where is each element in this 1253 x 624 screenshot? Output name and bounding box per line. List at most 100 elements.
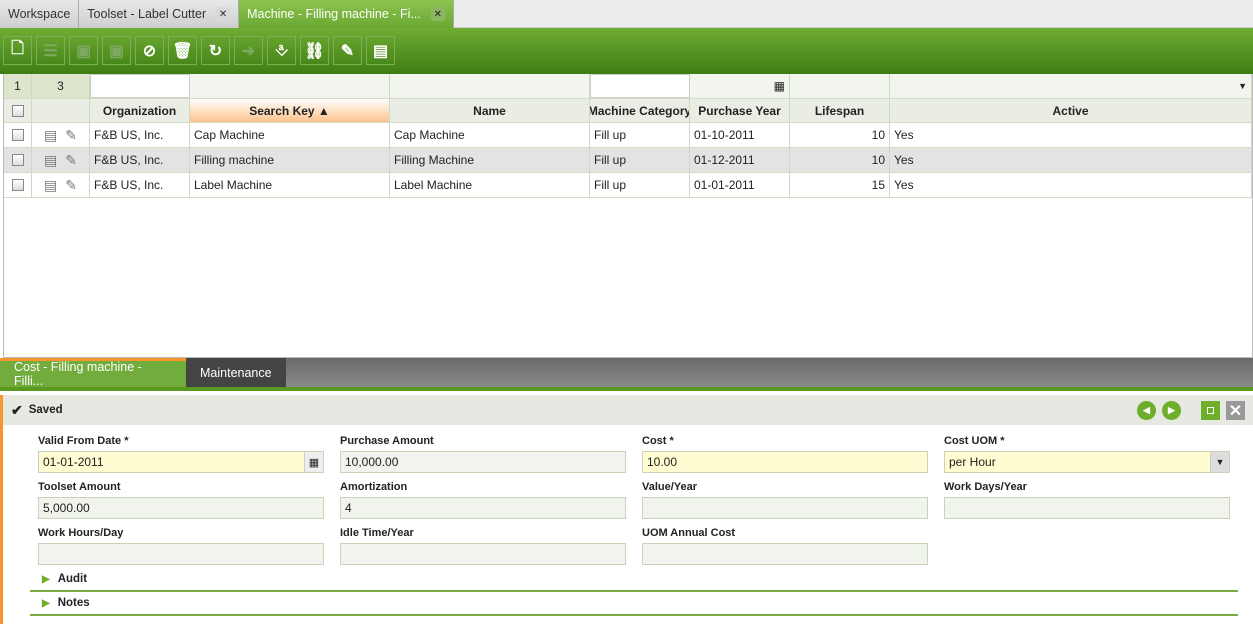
field-input[interactable]: [642, 497, 928, 519]
attach-icon[interactable]: ⎀: [267, 36, 296, 65]
field-input[interactable]: 4: [340, 497, 626, 519]
field-label: Cost UOM *: [944, 435, 1005, 447]
close-icon[interactable]: ✕: [1226, 401, 1245, 420]
field-label: Toolset Amount: [38, 481, 121, 493]
field-input[interactable]: 10,000.00: [340, 451, 626, 473]
link-icon[interactable]: ⛓: [300, 36, 329, 65]
filter-search-key[interactable]: [190, 74, 390, 98]
col-name[interactable]: Name: [390, 99, 590, 122]
col-active[interactable]: Active: [890, 99, 1252, 122]
close-icon[interactable]: ✕: [430, 7, 445, 21]
edit-icon[interactable]: ✎: [65, 127, 77, 144]
undo-icon[interactable]: ⊘: [135, 36, 164, 65]
tab-cost[interactable]: Cost - Filling machine - Filli...: [0, 358, 186, 388]
filter-purchase-year[interactable]: ▦: [690, 74, 790, 98]
field-input[interactable]: [944, 497, 1230, 519]
table-row[interactable]: ▤ ✎ F&B US, Inc. Label Machine Label Machine…: [4, 173, 1252, 198]
chevron-down-icon[interactable]: ▼: [1210, 451, 1230, 473]
cell-machine-category[interactable]: Fill up: [590, 173, 690, 197]
tab-machine[interactable]: Machine - Filling machine - Fi... ✕: [239, 0, 454, 28]
cell-name[interactable]: Filling Machine: [390, 148, 590, 172]
cell-machine-category[interactable]: Fill up: [590, 123, 690, 147]
col-machine-category[interactable]: Machine Category: [590, 99, 690, 122]
tab-label: Workspace: [8, 7, 71, 21]
section-notes[interactable]: ▶ Notes: [30, 592, 1238, 616]
chevron-down-icon[interactable]: ▼: [1238, 81, 1247, 91]
expand-icon: ▶: [42, 597, 50, 609]
tab-toolset[interactable]: Toolset - Label Cutter ✕: [79, 0, 240, 28]
filter-active[interactable]: ▼: [890, 74, 1252, 98]
filter-name[interactable]: [390, 74, 590, 98]
row-checkbox[interactable]: [4, 173, 32, 197]
field-input[interactable]: per Hour: [944, 451, 1230, 473]
cell-active[interactable]: Yes: [890, 173, 1252, 197]
cell-search-key[interactable]: Filling machine: [190, 148, 390, 172]
field-input[interactable]: 10.00: [642, 451, 928, 473]
tab-workspace[interactable]: Workspace: [0, 0, 80, 28]
refresh-icon[interactable]: ↻: [201, 36, 230, 65]
table-row[interactable]: ▤ ✎ F&B US, Inc. Cap Machine Cap Machine Fill…: [4, 123, 1252, 148]
previous-record-icon[interactable]: ◀: [1137, 401, 1156, 420]
tab-label: Toolset - Label Cutter: [87, 7, 207, 21]
filter-lifespan[interactable]: [790, 74, 890, 98]
field-input[interactable]: [340, 543, 626, 565]
new-icon[interactable]: 🗋: [3, 36, 32, 65]
col-organization[interactable]: Organization: [90, 99, 190, 122]
cell-lifespan[interactable]: 10: [790, 123, 890, 147]
cell-organization[interactable]: F&B US, Inc.: [90, 148, 190, 172]
next-record-icon[interactable]: ▶: [1162, 401, 1181, 420]
document-icon[interactable]: ▤: [44, 152, 57, 169]
document-icon[interactable]: ▤: [44, 127, 57, 144]
export-icon[interactable]: ➜: [234, 36, 263, 65]
cell-active[interactable]: Yes: [890, 123, 1252, 147]
calendar-icon[interactable]: ▦: [774, 79, 785, 93]
row-checkbox[interactable]: [4, 123, 32, 147]
cell-purchase-year[interactable]: 01-10-2011: [690, 123, 790, 147]
cell-organization[interactable]: F&B US, Inc.: [90, 123, 190, 147]
cell-search-key[interactable]: Label Machine: [190, 173, 390, 197]
row-checkbox[interactable]: [4, 148, 32, 172]
close-icon[interactable]: ✕: [216, 7, 231, 21]
cell-search-key[interactable]: Cap Machine: [190, 123, 390, 147]
row-actions: ▤ ✎: [32, 173, 90, 197]
customize-icon[interactable]: ✎: [333, 36, 362, 65]
cell-machine-category[interactable]: Fill up: [590, 148, 690, 172]
field-input[interactable]: 01-01-2011: [38, 451, 324, 473]
cell-lifespan[interactable]: 10: [790, 148, 890, 172]
toolbar: 🗋 ☰ ▣ ▣ ⊘ 🗑 ↻ ➜ ⎀ ⛓ ✎ ▤: [0, 28, 1253, 74]
filter-organization[interactable]: [90, 74, 190, 98]
cell-purchase-year[interactable]: 01-01-2011: [690, 173, 790, 197]
select-all-checkbox[interactable]: [4, 99, 32, 122]
cell-active[interactable]: Yes: [890, 148, 1252, 172]
delete-icon[interactable]: 🗑: [168, 36, 197, 65]
col-search-key[interactable]: Search Key ▲: [190, 99, 390, 122]
field-cost-uom: Cost UOM * per Hour ▼: [944, 435, 1230, 473]
cell-lifespan[interactable]: 15: [790, 173, 890, 197]
field-input[interactable]: [38, 543, 324, 565]
cell-organization[interactable]: F&B US, Inc.: [90, 173, 190, 197]
cell-name[interactable]: Cap Machine: [390, 123, 590, 147]
col-purchase-year[interactable]: Purchase Year: [690, 99, 790, 122]
cell-name[interactable]: Label Machine: [390, 173, 590, 197]
filter-category[interactable]: [590, 74, 690, 98]
edit-icon[interactable]: ✎: [65, 177, 77, 194]
col-lifespan[interactable]: Lifespan: [790, 99, 890, 122]
edit-icon[interactable]: ✎: [65, 152, 77, 169]
save-icon[interactable]: ▣: [69, 36, 98, 65]
tab-maintenance[interactable]: Maintenance: [186, 358, 286, 387]
field-input[interactable]: [642, 543, 928, 565]
grid-toggle-icon[interactable]: ☰: [36, 36, 65, 65]
maximize-icon[interactable]: [1201, 401, 1220, 420]
section-audit[interactable]: ▶ Audit: [30, 568, 1238, 592]
checkmark-icon: ✔: [11, 401, 23, 418]
calendar-icon[interactable]: ▦: [304, 451, 324, 473]
field-amortization: Amortization 4: [340, 481, 626, 519]
field-label: Amortization: [340, 481, 408, 493]
document-icon[interactable]: ▤: [44, 177, 57, 194]
table-row[interactable]: ▤ ✎ F&B US, Inc. Filling machine Filling Mac…: [4, 148, 1252, 173]
field-input[interactable]: 5,000.00: [38, 497, 324, 519]
save-close-icon[interactable]: ▣: [102, 36, 131, 65]
cell-purchase-year[interactable]: 01-12-2011: [690, 148, 790, 172]
section-label: Notes: [57, 597, 90, 609]
layout-icon[interactable]: ▤: [366, 36, 395, 65]
